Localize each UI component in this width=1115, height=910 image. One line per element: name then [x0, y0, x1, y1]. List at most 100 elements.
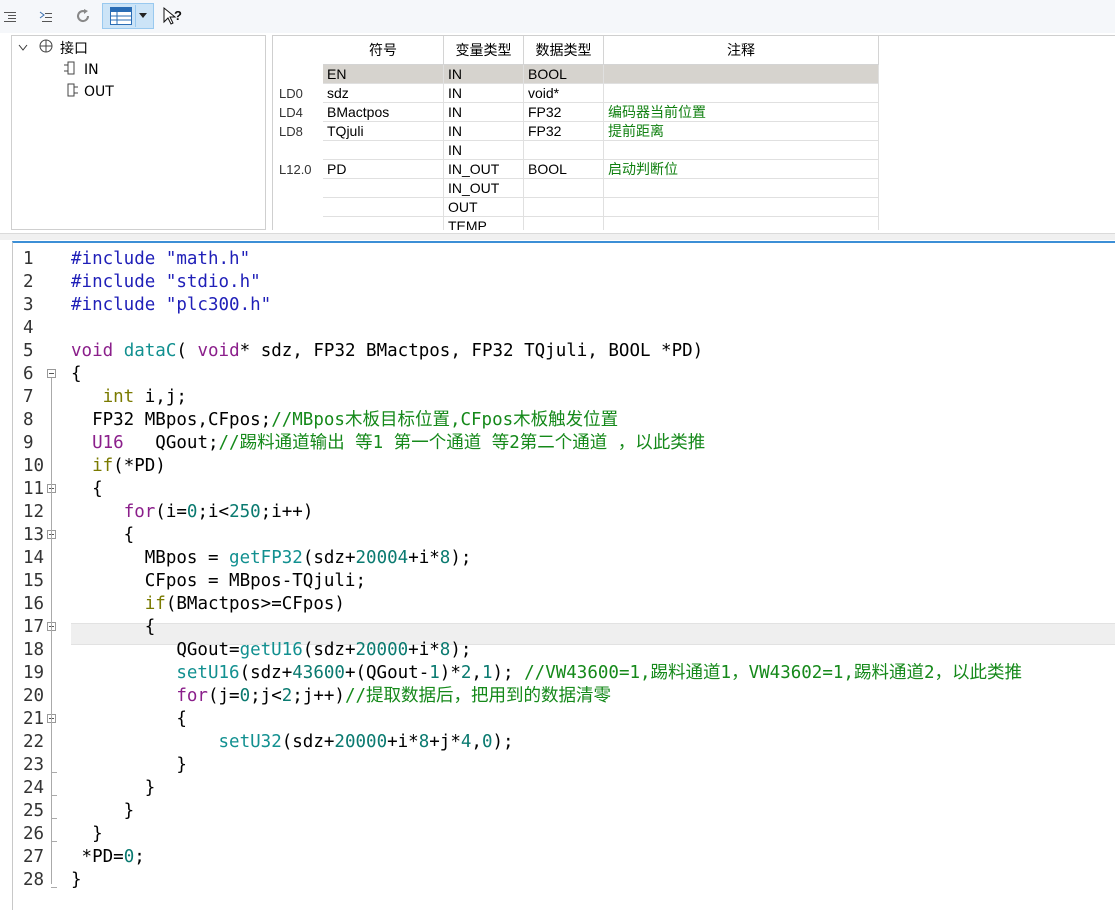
cell-var-type[interactable]: OUT [444, 198, 524, 216]
header-symbol[interactable]: 符号 [323, 36, 444, 64]
refresh-icon[interactable] [71, 3, 95, 29]
cell-var-type[interactable]: IN [444, 122, 524, 140]
svg-text:?: ? [174, 8, 182, 23]
code-line[interactable]: } [71, 800, 135, 823]
table-row[interactable]: OUT [323, 198, 879, 217]
table-row[interactable]: TEMP [323, 217, 879, 230]
code-line[interactable]: QGout=getU16(sdz+20000+i*8); [71, 639, 471, 662]
row-address [273, 179, 323, 198]
cell-var-type[interactable]: IN_OUT [444, 179, 524, 197]
cell-comment[interactable]: 启动判断位 [604, 160, 879, 178]
code-line[interactable]: { [71, 616, 156, 639]
cell-comment[interactable] [604, 65, 879, 83]
dropdown-icon[interactable] [138, 13, 147, 19]
code-line[interactable]: MBpos = getFP32(sdz+20004+i*8); [71, 547, 472, 570]
cell-comment[interactable] [604, 198, 879, 216]
cell-var-type[interactable]: IN [444, 141, 524, 159]
tree-node-out[interactable]: OUT [64, 82, 114, 102]
cell-data-type[interactable] [524, 198, 604, 216]
code-line[interactable]: for(j=0;j<2;j++)//提取数据后，把用到的数据清零 [71, 685, 611, 708]
cell-var-type[interactable]: TEMP [444, 217, 524, 230]
code-line[interactable]: { [71, 708, 187, 731]
code-line[interactable]: } [71, 777, 156, 800]
cell-var-type[interactable]: IN [444, 103, 524, 121]
code-line[interactable]: #include "plc300.h" [71, 294, 271, 317]
cell-var-type[interactable]: IN [444, 65, 524, 83]
code-line[interactable]: void dataC( void* sdz, FP32 BMactpos, FP… [71, 340, 703, 363]
table-row[interactable]: PD IN_OUT BOOL 启动判断位 [323, 160, 879, 179]
cell-data-type[interactable] [524, 217, 604, 230]
tree-node-in[interactable]: IN [64, 60, 99, 80]
header-data-type[interactable]: 数据类型 [524, 36, 604, 64]
indent-icon[interactable] [0, 3, 20, 29]
code-token: 0 [239, 686, 251, 706]
table-row[interactable]: BMactpos IN FP32 编码器当前位置 [323, 103, 879, 122]
cell-var-type[interactable]: IN_OUT [444, 160, 524, 178]
code-line[interactable]: for(i=0;i<250;i++) [71, 501, 314, 524]
collapse-chevron-icon[interactable] [18, 40, 32, 56]
cell-data-type[interactable] [524, 179, 604, 197]
cell-symbol[interactable] [323, 141, 444, 159]
cell-symbol[interactable] [323, 179, 444, 197]
table-row[interactable]: TQjuli IN FP32 提前距离 [323, 122, 879, 141]
tree-node-interface[interactable]: 接口 [18, 38, 88, 58]
cell-symbol[interactable]: EN [323, 65, 444, 83]
cell-comment[interactable]: 编码器当前位置 [604, 103, 879, 121]
code-line[interactable]: setU16(sdz+43600+(QGout-1)*2,1); //VW436… [71, 662, 1022, 685]
cell-data-type[interactable]: FP32 [524, 122, 604, 140]
cell-comment[interactable] [604, 141, 879, 159]
cell-symbol[interactable]: BMactpos [323, 103, 444, 121]
code-line[interactable]: if(*PD) [71, 455, 166, 478]
outdent-icon[interactable] [35, 3, 57, 29]
splitter[interactable] [0, 233, 1115, 240]
code-line[interactable]: { [71, 524, 135, 547]
code-line[interactable]: *PD=0; [71, 846, 145, 869]
cell-data-type[interactable]: FP32 [524, 103, 604, 121]
row-address [273, 217, 323, 230]
code-token: (sdz+ [302, 548, 356, 568]
code-line[interactable]: } [71, 869, 82, 892]
code-token: ;i++) [260, 502, 314, 522]
table-row[interactable]: IN_OUT [323, 179, 879, 198]
code-line[interactable]: } [71, 754, 187, 777]
cell-symbol[interactable]: PD [323, 160, 444, 178]
code-line[interactable]: setU32(sdz+20000+i*8+j*4,0); [71, 731, 514, 754]
code-line[interactable]: FP32 MBpos,CFpos;//MBpos木板目标位置,CFpos木板触发… [71, 409, 618, 432]
table-row[interactable]: sdz IN void* [323, 84, 879, 103]
cell-comment[interactable] [604, 217, 879, 230]
code-line[interactable]: U16 QGout;//踢料通道输出 等1 第一个通道 等2第二个通道 ，以此类… [71, 432, 705, 455]
header-var-type[interactable]: 变量类型 [444, 36, 524, 64]
code-token: for [176, 686, 208, 706]
code-token: { [71, 364, 82, 384]
cell-symbol[interactable]: TQjuli [323, 122, 444, 140]
cell-var-type[interactable]: IN [444, 84, 524, 102]
cell-comment[interactable] [604, 179, 879, 197]
fold-toggle-icon[interactable] [47, 369, 56, 378]
help-cursor-icon[interactable]: ? [160, 3, 184, 29]
code-line[interactable]: int i,j; [71, 386, 187, 409]
table-row[interactable]: IN [323, 141, 879, 160]
code-editor[interactable]: 1 #include "math.h" 2 #include "stdio.h" 3 #i… [12, 241, 1115, 910]
code-line[interactable]: #include "math.h" [71, 248, 250, 271]
cell-comment[interactable]: 提前距离 [604, 122, 879, 140]
cell-comment[interactable] [604, 84, 879, 102]
code-line[interactable]: } [71, 823, 103, 846]
cell-symbol[interactable] [323, 198, 444, 216]
header-comment[interactable]: 注释 [604, 36, 879, 64]
code-line[interactable]: { [71, 363, 82, 386]
table-view-button[interactable] [102, 3, 154, 29]
cell-data-type[interactable]: void* [524, 84, 604, 102]
cell-data-type[interactable] [524, 141, 604, 159]
code-line[interactable]: if(BMactpos>=CFpos) [71, 593, 345, 616]
cell-data-type[interactable]: BOOL [524, 160, 604, 178]
cell-data-type[interactable]: BOOL [524, 65, 604, 83]
code-line[interactable]: { [71, 478, 103, 501]
code-line[interactable]: #include "stdio.h" [71, 271, 261, 294]
table-row[interactable]: EN IN BOOL [323, 65, 879, 84]
code-token: if [144, 594, 166, 614]
cell-symbol[interactable] [323, 217, 444, 230]
code-token: +i* [408, 640, 440, 660]
cell-symbol[interactable]: sdz [323, 84, 444, 102]
code-line[interactable]: CFpos = MBpos-TQjuli; [71, 570, 366, 593]
